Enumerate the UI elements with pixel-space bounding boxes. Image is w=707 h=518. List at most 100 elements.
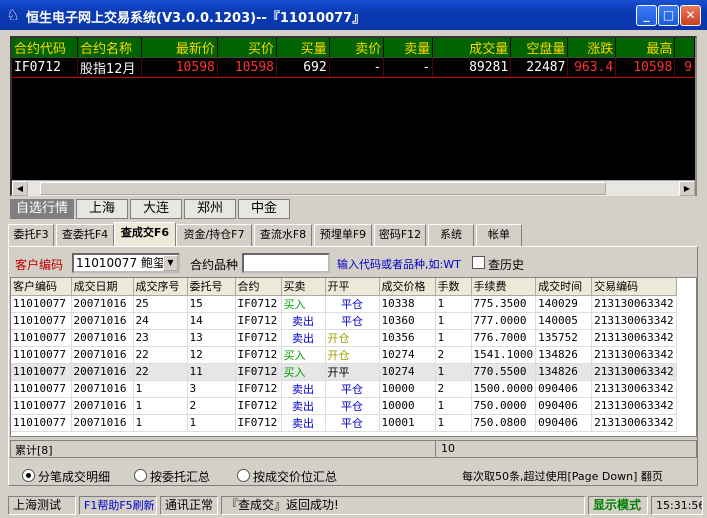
quote-cell-bid-vol: 692 <box>276 57 330 78</box>
quote-row[interactable]: IF0712 股指12月 10598 10598 692 - - 89281 2… <box>12 57 695 78</box>
table-cell: 2 <box>435 380 472 398</box>
table-cell: 11010077 <box>11 295 72 313</box>
quote-cell-code: IF0712 <box>12 57 78 78</box>
table-cell: 750.0000 <box>471 397 537 415</box>
quote-header-cell[interactable]: 最高 <box>615 38 676 58</box>
table-cell: 平仓 <box>325 397 380 415</box>
table-cell: 11010077 <box>11 397 72 415</box>
title-bar: ♘ 恒生电子网上交易系统(V3.0.0.1203)--『11010077』 _ … <box>0 0 707 30</box>
table-cell: 10274 <box>379 346 436 364</box>
window-title: 恒生电子网上交易系统(V3.0.0.1203)--『11010077』 <box>26 11 366 26</box>
market-tab-shanghai[interactable]: 上海 <box>76 199 128 219</box>
quote-header-cell-overflow <box>674 38 695 58</box>
minimize-button[interactable]: _ <box>636 5 657 26</box>
chevron-down-icon[interactable]: ▼ <box>163 255 178 271</box>
table-cell: 1 <box>435 363 472 381</box>
table-row[interactable]: 11010077 20071016 22 11 IF0712 买入 开平 10274 1 770.… <box>11 363 677 381</box>
radio-detail[interactable] <box>22 469 35 482</box>
quote-header-cell[interactable]: 合约代码 <box>12 38 78 58</box>
market-tab-dalian[interactable]: 大连 <box>130 199 182 219</box>
table-row[interactable]: 11010077 20071016 25 15 IF0712 买入 平仓 10338 1 775.… <box>11 295 677 313</box>
grid-header-cell[interactable]: 成交序号 <box>133 278 188 296</box>
table-cell: 3 <box>187 380 236 398</box>
table-cell: 213130063342 <box>591 414 677 432</box>
quote-header-row: 合约代码 合约名称 最新价 买价 买量 卖价 卖量 成交量 空盘量 涨跌 最高 <box>12 38 695 58</box>
table-row[interactable]: 11010077 20071016 1 2 IF0712 卖出 平仓 10000 1 750.00… <box>11 397 677 415</box>
quote-header-cell[interactable]: 成交量 <box>432 38 512 58</box>
table-cell: 20071016 <box>71 329 134 347</box>
table-cell: 770.5500 <box>471 363 537 381</box>
grid-header-cell[interactable]: 委托号 <box>187 278 236 296</box>
contract-input[interactable] <box>242 253 330 273</box>
table-cell: IF0712 <box>235 346 282 364</box>
quote-header-cell[interactable]: 卖价 <box>329 38 385 58</box>
close-button[interactable]: ✕ <box>680 5 701 26</box>
grid-header-cell[interactable]: 手续费 <box>471 278 537 296</box>
quote-cell-last: 10598 <box>141 57 218 78</box>
market-tab-cffex[interactable]: 中金 <box>238 199 290 219</box>
status-server: 上海测试 <box>8 496 76 515</box>
grid-header-cell[interactable]: 成交日期 <box>71 278 134 296</box>
grid-header-cell[interactable]: 成交价格 <box>379 278 436 296</box>
table-cell: 1 <box>435 312 472 330</box>
quote-header-cell[interactable]: 合约名称 <box>77 38 142 58</box>
horizontal-scrollbar[interactable]: ◀ ▶ <box>12 180 695 196</box>
table-row[interactable]: 11010077 20071016 22 12 IF0712 买入 开仓 10274 2 1541… <box>11 346 677 364</box>
market-tab-watchlist[interactable]: 自选行情 <box>10 199 74 219</box>
table-row[interactable]: 11010077 20071016 1 1 IF0712 卖出 平仓 10001 1 750.08… <box>11 414 677 432</box>
tab-system[interactable]: 系统 <box>428 224 474 246</box>
grid-header-cell[interactable]: 手数 <box>435 278 472 296</box>
radio-by-order[interactable] <box>134 469 147 482</box>
tab-query-trades[interactable]: 查成交F6 <box>114 222 176 246</box>
scroll-right-icon[interactable]: ▶ <box>679 181 695 196</box>
table-cell: 750.0800 <box>471 414 537 432</box>
quote-header-cell[interactable]: 空盘量 <box>510 38 569 58</box>
table-cell: IF0712 <box>235 414 282 432</box>
quote-header-cell[interactable]: 最新价 <box>141 38 218 58</box>
table-cell: 开仓 <box>325 346 380 364</box>
tab-statement[interactable]: 帐单 <box>476 224 522 246</box>
tab-funds-positions[interactable]: 资金/持仓F7 <box>176 224 252 246</box>
grid-header-cell[interactable]: 合约 <box>235 278 282 296</box>
quote-header-cell[interactable]: 买价 <box>217 38 277 58</box>
scroll-left-icon[interactable]: ◀ <box>12 181 28 196</box>
table-cell: 11010077 <box>11 414 72 432</box>
grid-header-cell[interactable]: 开平 <box>325 278 380 296</box>
table-row[interactable]: 11010077 20071016 1 3 IF0712 卖出 平仓 10000 2 1500.0… <box>11 380 677 398</box>
client-code-select[interactable]: 11010077 鲍玺 ▼ <box>72 253 180 273</box>
table-cell: IF0712 <box>235 363 282 381</box>
table-cell: 10001 <box>379 414 436 432</box>
tab-preset-orders[interactable]: 预埋单F9 <box>314 224 372 246</box>
summary-bar: 累计[8] 10 <box>10 440 697 458</box>
scroll-thumb[interactable] <box>40 182 606 195</box>
quote-cell-ask-vol: - <box>383 57 434 78</box>
grid-header-cell[interactable]: 客户编码 <box>11 278 72 296</box>
table-cell: 213130063342 <box>591 312 677 330</box>
table-cell: 10000 <box>379 380 436 398</box>
grid-header-cell[interactable]: 成交时间 <box>535 278 593 296</box>
maximize-button[interactable]: □ <box>658 5 679 26</box>
table-cell: 15 <box>187 295 236 313</box>
grid-header-cell[interactable]: 买卖 <box>281 278 326 296</box>
table-cell: 14 <box>187 312 236 330</box>
quote-header-cell[interactable]: 买量 <box>276 38 330 58</box>
quote-cell-high: 10598 <box>615 57 676 78</box>
grid-header-cell[interactable]: 交易编码 <box>591 278 677 296</box>
quote-header-cell[interactable]: 卖量 <box>383 38 434 58</box>
table-cell: 20071016 <box>71 397 134 415</box>
table-row[interactable]: 11010077 20071016 24 14 IF0712 卖出 平仓 10360 1 777.… <box>11 312 677 330</box>
tab-query-flow[interactable]: 查流水F8 <box>254 224 312 246</box>
market-tab-zhengzhou[interactable]: 郑州 <box>184 199 236 219</box>
tab-query-orders[interactable]: 查委托F4 <box>56 224 114 246</box>
tab-password[interactable]: 密码F12 <box>374 224 426 246</box>
radio-by-price[interactable] <box>237 469 250 482</box>
table-cell: 20071016 <box>71 380 134 398</box>
tab-order[interactable]: 委托F3 <box>8 224 54 246</box>
history-checkbox[interactable] <box>472 256 485 269</box>
table-cell: IF0712 <box>235 312 282 330</box>
table-row[interactable]: 11010077 20071016 23 13 IF0712 卖出 开仓 10356 1 776.… <box>11 329 677 347</box>
function-tabs: 委托F3 查委托F4 查成交F6 资金/持仓F7 查流水F8 预埋单F9 密码F… <box>8 222 698 246</box>
quote-header-cell[interactable]: 涨跌 <box>567 38 617 58</box>
table-cell: 12 <box>187 346 236 364</box>
app-icon: ♘ <box>6 6 20 24</box>
